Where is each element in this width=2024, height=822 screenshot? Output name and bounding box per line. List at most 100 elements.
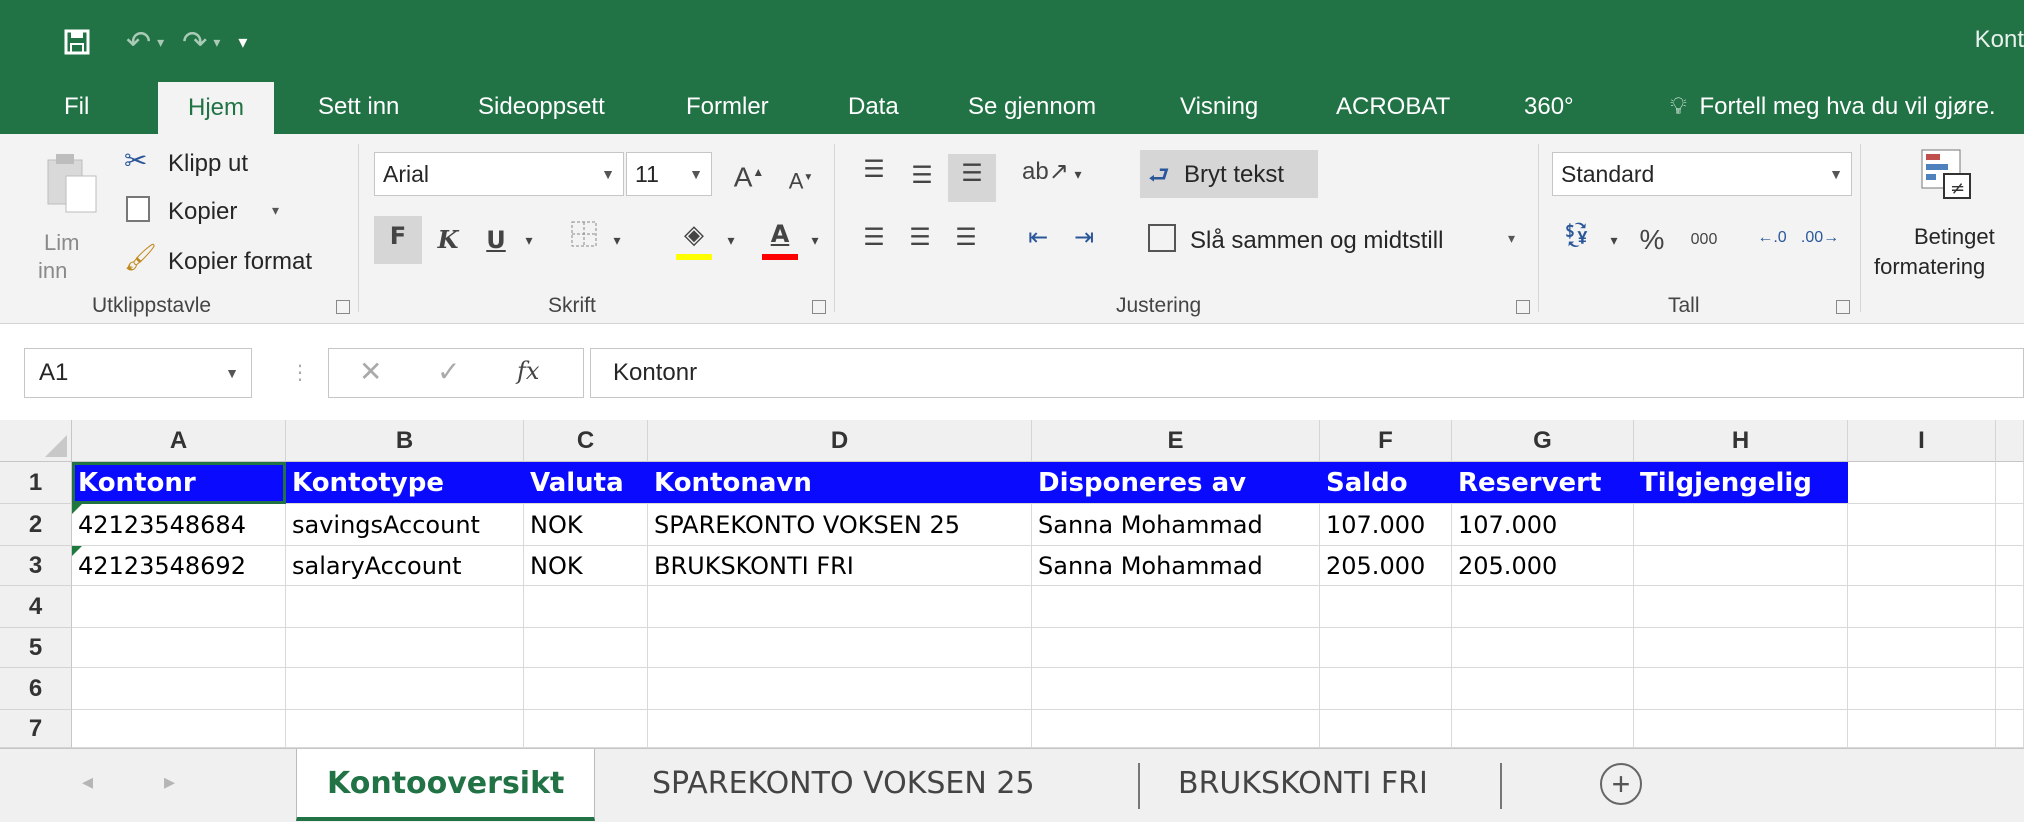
cell-a7[interactable] [72,710,286,748]
align-center-button[interactable]: ☰ [900,218,940,258]
thousands-button[interactable]: 000 [1680,220,1728,260]
scroll-tabs-left-icon[interactable]: ◂ [82,769,93,795]
error-indicator-icon[interactable] [72,504,82,514]
cell-c5[interactable] [524,628,648,668]
font-color-button[interactable]: A [758,214,802,260]
increase-indent-button[interactable]: ⇥ [1064,218,1104,258]
font-launcher-icon[interactable] [812,300,826,314]
cell-g2[interactable]: 107.000 [1452,504,1634,546]
tab-view[interactable]: Visning [1180,78,1258,134]
font-size-select[interactable]: 11 ▼ [626,152,712,196]
cell-h2[interactable] [1634,504,1848,546]
borders-dropdown-icon[interactable]: ▾ [606,220,628,260]
copy-dropdown-icon[interactable]: ▾ [272,202,279,219]
cell-i6[interactable] [1848,668,1996,710]
align-bottom-button[interactable]: ☰ [948,154,996,202]
cell-h3[interactable] [1634,546,1848,586]
column-header-i[interactable]: I [1848,420,1996,462]
cell-g5[interactable] [1452,628,1634,668]
undo-dropdown-icon[interactable]: ▾ [157,34,164,51]
cell-g3[interactable]: 205.000 [1452,546,1634,586]
cell-a4[interactable] [72,586,286,628]
cell-f2[interactable]: 107.000 [1320,504,1452,546]
tab-formulas[interactable]: Formler [686,78,769,134]
cell-b7[interactable] [286,710,524,748]
font-color-dropdown-icon[interactable]: ▾ [804,220,826,260]
cell-c7[interactable] [524,710,648,748]
orientation-dropdown-icon[interactable]: ▾ [1068,154,1088,194]
cell-c3[interactable]: NOK [524,546,648,586]
cell-e1[interactable]: Disponeres av [1032,462,1320,504]
save-icon[interactable] [64,29,90,55]
cell-a3[interactable]: 42123548692 [72,546,286,586]
cell-j6[interactable] [1996,668,2024,710]
shrink-font-button[interactable]: A▼ [784,158,818,201]
name-box[interactable]: A1 ▼ [24,348,252,398]
customize-qat-icon[interactable]: ▾ [238,32,247,53]
cell-a2[interactable]: 42123548684 [72,504,286,546]
cell-b4[interactable] [286,586,524,628]
cell-a1[interactable]: Kontonr [72,462,286,504]
sheet-tab-kontooversikt[interactable]: Kontooversikt [296,749,596,821]
scroll-tabs-right-icon[interactable]: ▸ [164,769,175,795]
cell-j2[interactable] [1996,504,2024,546]
column-header-f[interactable]: F [1320,420,1452,462]
cell-c1[interactable]: Valuta [524,462,648,504]
bold-button[interactable]: F [374,216,422,264]
row-header-6[interactable]: 6 [0,668,72,710]
column-header-e[interactable]: E [1032,420,1320,462]
copy-button[interactable]: Kopier ▾ [124,190,304,230]
cell-i1[interactable] [1848,462,1996,504]
cell-c2[interactable]: NOK [524,504,648,546]
cell-i3[interactable] [1848,546,1996,586]
undo-icon[interactable]: ↶ [126,25,151,60]
grow-font-button[interactable]: A▲ [732,152,766,197]
cell-i5[interactable] [1848,628,1996,668]
percent-button[interactable]: % [1632,220,1672,260]
cell-d2[interactable]: SPAREKONTO VOKSEN 25 [648,504,1032,546]
align-right-button[interactable]: ☰ [946,218,986,258]
chevron-down-icon[interactable]: ▼ [225,349,239,397]
tab-home[interactable]: Hjem [158,82,275,134]
cell-j7[interactable] [1996,710,2024,748]
column-header-d[interactable]: D [648,420,1032,462]
paste-button[interactable]: Lim inn [34,148,114,288]
align-middle-button[interactable]: ☰ [902,156,942,196]
cell-c4[interactable] [524,586,648,628]
select-all-corner[interactable] [0,420,72,462]
cell-d5[interactable] [648,628,1032,668]
cell-d1[interactable]: Kontonavn [648,462,1032,504]
alignment-launcher-icon[interactable] [1516,300,1530,314]
tab-insert[interactable]: Sett inn [318,78,399,134]
cell-j3[interactable] [1996,546,2024,586]
cell-a5[interactable] [72,628,286,668]
align-left-button[interactable]: ☰ [854,218,894,258]
cell-b1[interactable]: Kontotype [286,462,524,504]
row-header-1[interactable]: 1 [0,462,72,504]
formula-bar-grip-icon[interactable]: ⋮ [290,360,310,385]
cell-h7[interactable] [1634,710,1848,748]
cell-e4[interactable] [1032,586,1320,628]
column-header-g[interactable]: G [1452,420,1634,462]
underline-dropdown-icon[interactable]: ▾ [518,220,540,260]
cell-g6[interactable] [1452,668,1634,710]
column-header-h[interactable]: H [1634,420,1848,462]
merge-dropdown-icon[interactable]: ▾ [1508,230,1515,247]
cell-d6[interactable] [648,668,1032,710]
orientation-button[interactable]: ab↗ [1022,152,1069,192]
cell-f4[interactable] [1320,586,1452,628]
error-indicator-icon[interactable] [72,546,82,556]
increase-decimal-button[interactable]: ←.0 [1752,218,1792,258]
cell-f7[interactable] [1320,710,1452,748]
cell-g4[interactable] [1452,586,1634,628]
cell-b6[interactable] [286,668,524,710]
conditional-formatting-button[interactable]: ≠ Betinget formatering [1868,144,2024,294]
redo-icon[interactable]: ↷ [182,25,207,60]
cell-j1[interactable] [1996,462,2024,504]
row-header-3[interactable]: 3 [0,546,72,586]
cell-e3[interactable]: Sanna Mohammad [1032,546,1320,586]
add-sheet-icon[interactable]: + [1600,763,1642,805]
cell-b5[interactable] [286,628,524,668]
merge-center-button[interactable]: Slå sammen og midtstill ▾ [1146,218,1526,262]
decrease-decimal-button[interactable]: .00→ [1800,218,1840,258]
